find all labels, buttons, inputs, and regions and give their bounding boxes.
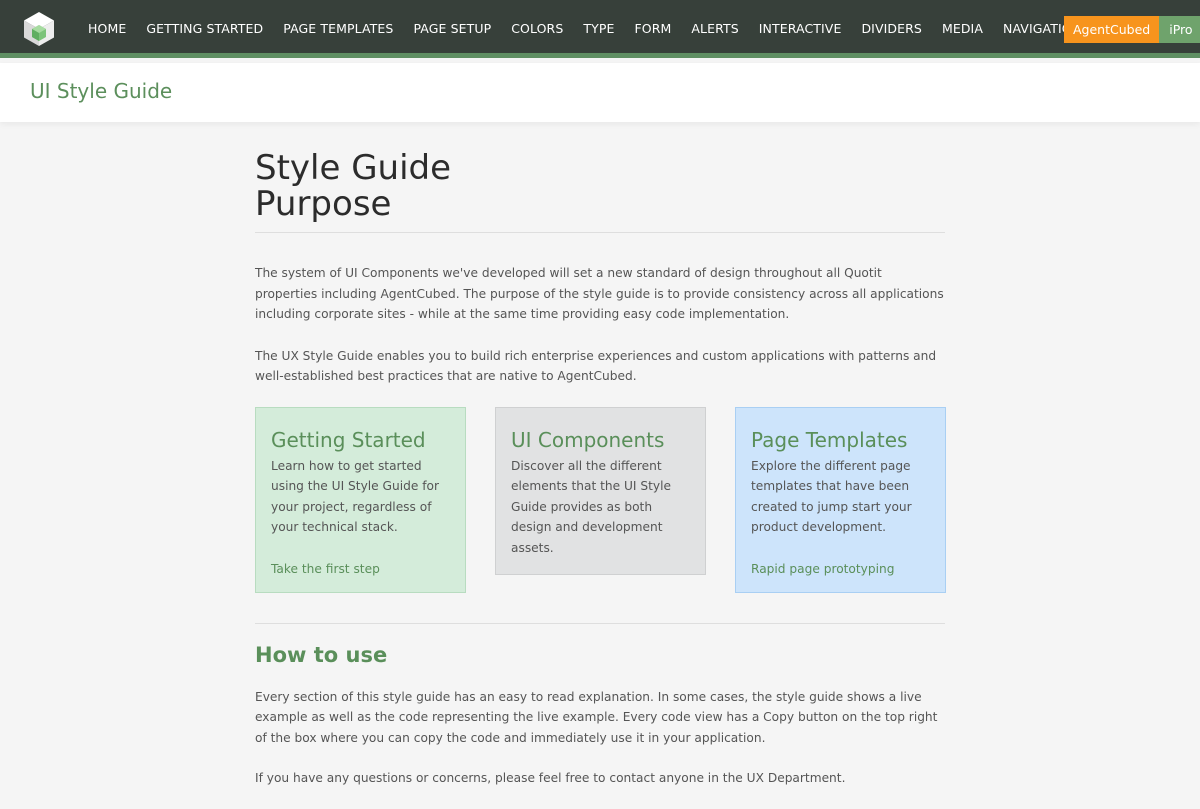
getting-started-card[interactable]: Getting Started Learn how to get started… — [255, 406, 466, 593]
page-title: Style Guide Purpose — [255, 148, 452, 224]
top-navigation-bar: HOME GETTING STARTED PAGE TEMPLATES PAGE… — [0, 0, 1200, 58]
nav-colors[interactable]: COLORS — [501, 0, 573, 58]
nav-getting-started[interactable]: GETTING STARTED — [136, 0, 273, 58]
brand-switch: AgentCubed iPro — [1064, 16, 1200, 43]
page-templates-card[interactable]: Page Templates Explore the different pag… — [735, 406, 946, 593]
main-menu: HOME GETTING STARTED PAGE TEMPLATES PAGE… — [78, 0, 1158, 58]
card-title: Getting Started — [271, 427, 426, 452]
nav-home[interactable]: HOME — [78, 0, 136, 58]
nav-dividers[interactable]: DIVIDERS — [851, 0, 932, 58]
rapid-prototyping-link[interactable]: Rapid page prototyping — [751, 562, 894, 576]
contact-paragraph: If you have any questions or concerns, p… — [255, 771, 846, 785]
brand-ipro-button[interactable]: iPro — [1159, 16, 1200, 43]
nav-page-setup[interactable]: PAGE SETUP — [403, 0, 501, 58]
site-title[interactable]: UI Style Guide — [30, 79, 172, 103]
divider — [255, 232, 945, 233]
nav-form[interactable]: FORM — [625, 0, 682, 58]
how-to-use-paragraph: Every section of this style guide has an… — [255, 689, 938, 745]
feature-cards: Getting Started Learn how to get started… — [255, 406, 946, 593]
nav-type[interactable]: TYPE — [573, 0, 624, 58]
card-text: Discover all the different elements that… — [511, 458, 671, 555]
nav-interactive[interactable]: INTERACTIVE — [749, 0, 852, 58]
cube-logo-icon[interactable] — [22, 11, 56, 47]
card-title: Page Templates — [751, 427, 908, 452]
ui-components-card[interactable]: UI Components Discover all the different… — [495, 406, 706, 575]
card-text: Explore the different page templates tha… — [751, 458, 912, 535]
card-text: Learn how to get started using the UI St… — [271, 458, 439, 535]
site-header: UI Style Guide — [0, 63, 1200, 122]
main-content: Style Guide Purpose The system of UI Com… — [255, 148, 946, 789]
intro-paragraph: The system of UI Components we've develo… — [255, 266, 944, 321]
take-first-step-link[interactable]: Take the first step — [271, 562, 380, 576]
divider — [255, 622, 945, 624]
nav-media[interactable]: MEDIA — [932, 0, 993, 58]
nav-page-templates[interactable]: PAGE TEMPLATES — [273, 0, 403, 58]
brand-agentcubed-button[interactable]: AgentCubed — [1064, 16, 1160, 43]
nav-alerts[interactable]: ALERTS — [681, 0, 748, 58]
intro-paragraph: The UX Style Guide enables you to build … — [255, 348, 937, 384]
card-title: UI Components — [511, 427, 665, 452]
how-to-use-heading: How to use — [255, 642, 388, 667]
